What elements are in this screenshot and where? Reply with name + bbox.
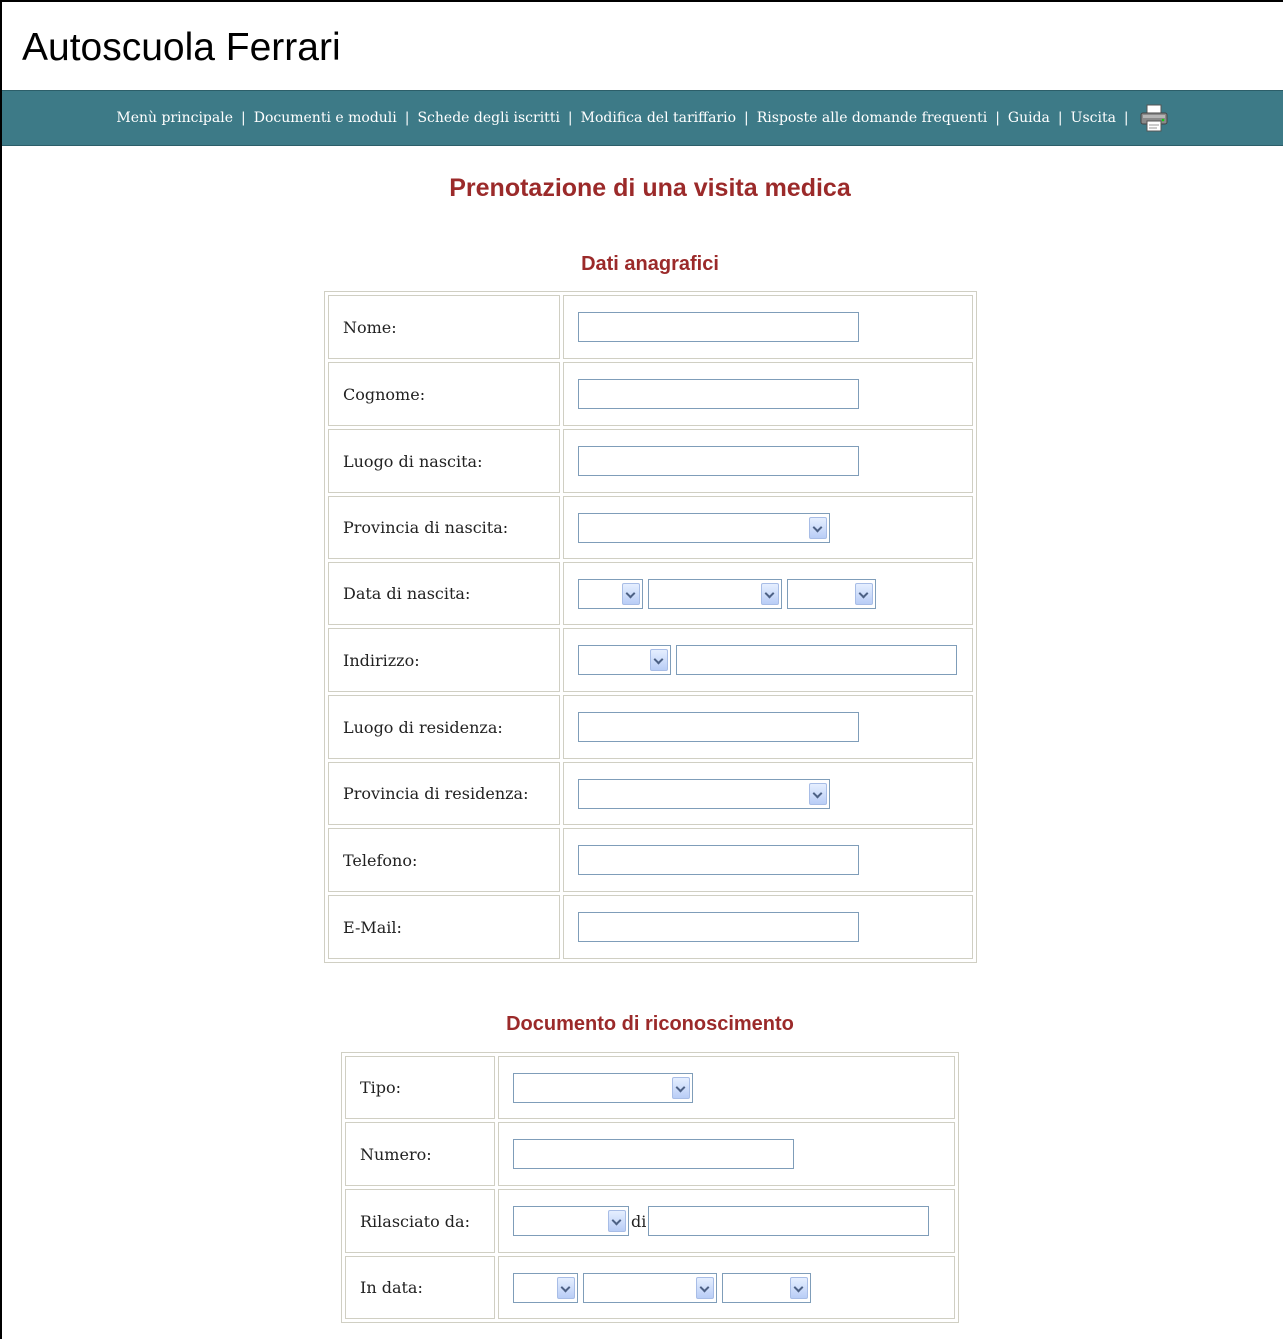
label-rilasciato-da: Rilasciato da: <box>345 1189 495 1253</box>
di-label: di <box>631 1211 647 1231</box>
label-cognome: Cognome: <box>328 362 560 426</box>
label-provincia-nascita: Provincia di nascita: <box>328 496 560 559</box>
app-title: Autoscuola Ferrari <box>22 26 341 69</box>
cell-indirizzo <box>563 628 973 692</box>
nav-separator: | <box>1057 110 1063 126</box>
indirizzo-input[interactable] <box>676 645 958 675</box>
cognome-input[interactable] <box>578 379 859 409</box>
email-input[interactable] <box>578 912 859 942</box>
label-luogo-residenza: Luogo di residenza: <box>328 695 560 759</box>
cell-luogo-residenza <box>563 695 973 759</box>
comune-rilascio-input[interactable] <box>648 1206 930 1236</box>
nav-risposte-domande[interactable]: Risposte alle domande frequenti <box>757 110 987 126</box>
page-title: Prenotazione di una visita medica <box>449 174 851 202</box>
label-nome: Nome: <box>328 295 560 359</box>
anno-nascita-select[interactable] <box>787 578 877 609</box>
cell-tipo <box>498 1056 955 1119</box>
label-tipo: Tipo: <box>345 1056 495 1119</box>
top-navbar: Menù principale | Documenti e moduli | S… <box>2 90 1283 146</box>
cell-provincia-residenza <box>563 762 973 825</box>
anno-rilascio-select[interactable] <box>722 1272 812 1303</box>
label-numero: Numero: <box>345 1122 495 1186</box>
documento-table: Tipo: Numero: Rilasciato da: di In data: <box>341 1052 959 1323</box>
cell-in-data <box>498 1256 955 1319</box>
cell-email <box>563 895 973 959</box>
luogo-nascita-input[interactable] <box>578 446 859 476</box>
nav-separator: | <box>404 110 410 126</box>
cell-telefono <box>563 828 973 892</box>
nome-input[interactable] <box>578 312 859 342</box>
nav-modifica-tariffario[interactable]: Modifica del tariffario <box>581 110 736 126</box>
nav-separator: | <box>1123 110 1129 126</box>
mese-nascita-select[interactable] <box>648 578 783 609</box>
provincia-residenza-select[interactable] <box>578 778 830 809</box>
chevron-down-icon <box>696 1276 715 1299</box>
chevron-down-icon <box>672 1076 690 1099</box>
label-in-data: In data: <box>345 1256 495 1319</box>
nav-separator: | <box>241 110 246 126</box>
anagrafici-table: Nome: Cognome: Luogo di nascita: Provinc… <box>324 291 977 963</box>
chevron-down-icon <box>855 582 874 605</box>
cell-luogo-nascita <box>563 429 973 493</box>
label-provincia-residenza: Provincia di residenza: <box>328 762 560 825</box>
chevron-down-icon <box>790 1276 809 1299</box>
nav-documenti-moduli[interactable]: Documenti e moduli <box>254 110 397 126</box>
section-title-documento: Documento di riconoscimento <box>506 1013 794 1035</box>
numero-documento-input[interactable] <box>513 1139 794 1169</box>
giorno-rilascio-select[interactable] <box>513 1272 578 1303</box>
cell-nome <box>563 295 973 359</box>
ente-rilascio-select[interactable] <box>513 1206 629 1236</box>
tipo-via-select[interactable] <box>578 645 671 675</box>
nav-schede-iscritti[interactable]: Schede degli iscritti <box>417 110 559 126</box>
cell-numero <box>498 1122 955 1186</box>
printer-icon[interactable] <box>1139 104 1169 132</box>
chevron-down-icon <box>809 782 827 805</box>
nav-guida[interactable]: Guida <box>1008 110 1050 126</box>
nav-uscita[interactable]: Uscita <box>1071 110 1116 126</box>
cell-provincia-nascita <box>563 496 973 559</box>
telefono-input[interactable] <box>578 845 859 875</box>
chevron-down-icon <box>608 1210 626 1232</box>
giorno-nascita-select[interactable] <box>578 578 643 609</box>
chevron-down-icon <box>761 582 780 605</box>
nav-separator: | <box>995 110 1000 126</box>
label-data-nascita: Data di nascita: <box>328 562 560 625</box>
cell-rilasciato-da: di <box>498 1189 955 1253</box>
cell-data-nascita <box>563 562 973 625</box>
nav-menu-principale[interactable]: Menù principale <box>116 110 233 126</box>
mese-rilascio-select[interactable] <box>583 1272 718 1303</box>
luogo-residenza-input[interactable] <box>578 712 859 742</box>
provincia-nascita-select[interactable] <box>578 512 830 543</box>
cell-cognome <box>563 362 973 426</box>
chevron-down-icon <box>650 649 668 671</box>
chevron-down-icon <box>557 1276 575 1299</box>
label-indirizzo: Indirizzo: <box>328 628 560 692</box>
chevron-down-icon <box>622 582 640 605</box>
tipo-documento-select[interactable] <box>513 1072 693 1103</box>
nav-separator: | <box>567 110 573 126</box>
section-title-anagrafici: Dati anagrafici <box>581 253 719 275</box>
chevron-down-icon <box>809 516 827 539</box>
label-email: E-Mail: <box>328 895 560 959</box>
label-luogo-nascita: Luogo di nascita: <box>328 429 560 493</box>
label-telefono: Telefono: <box>328 828 560 892</box>
nav-separator: | <box>744 110 749 126</box>
